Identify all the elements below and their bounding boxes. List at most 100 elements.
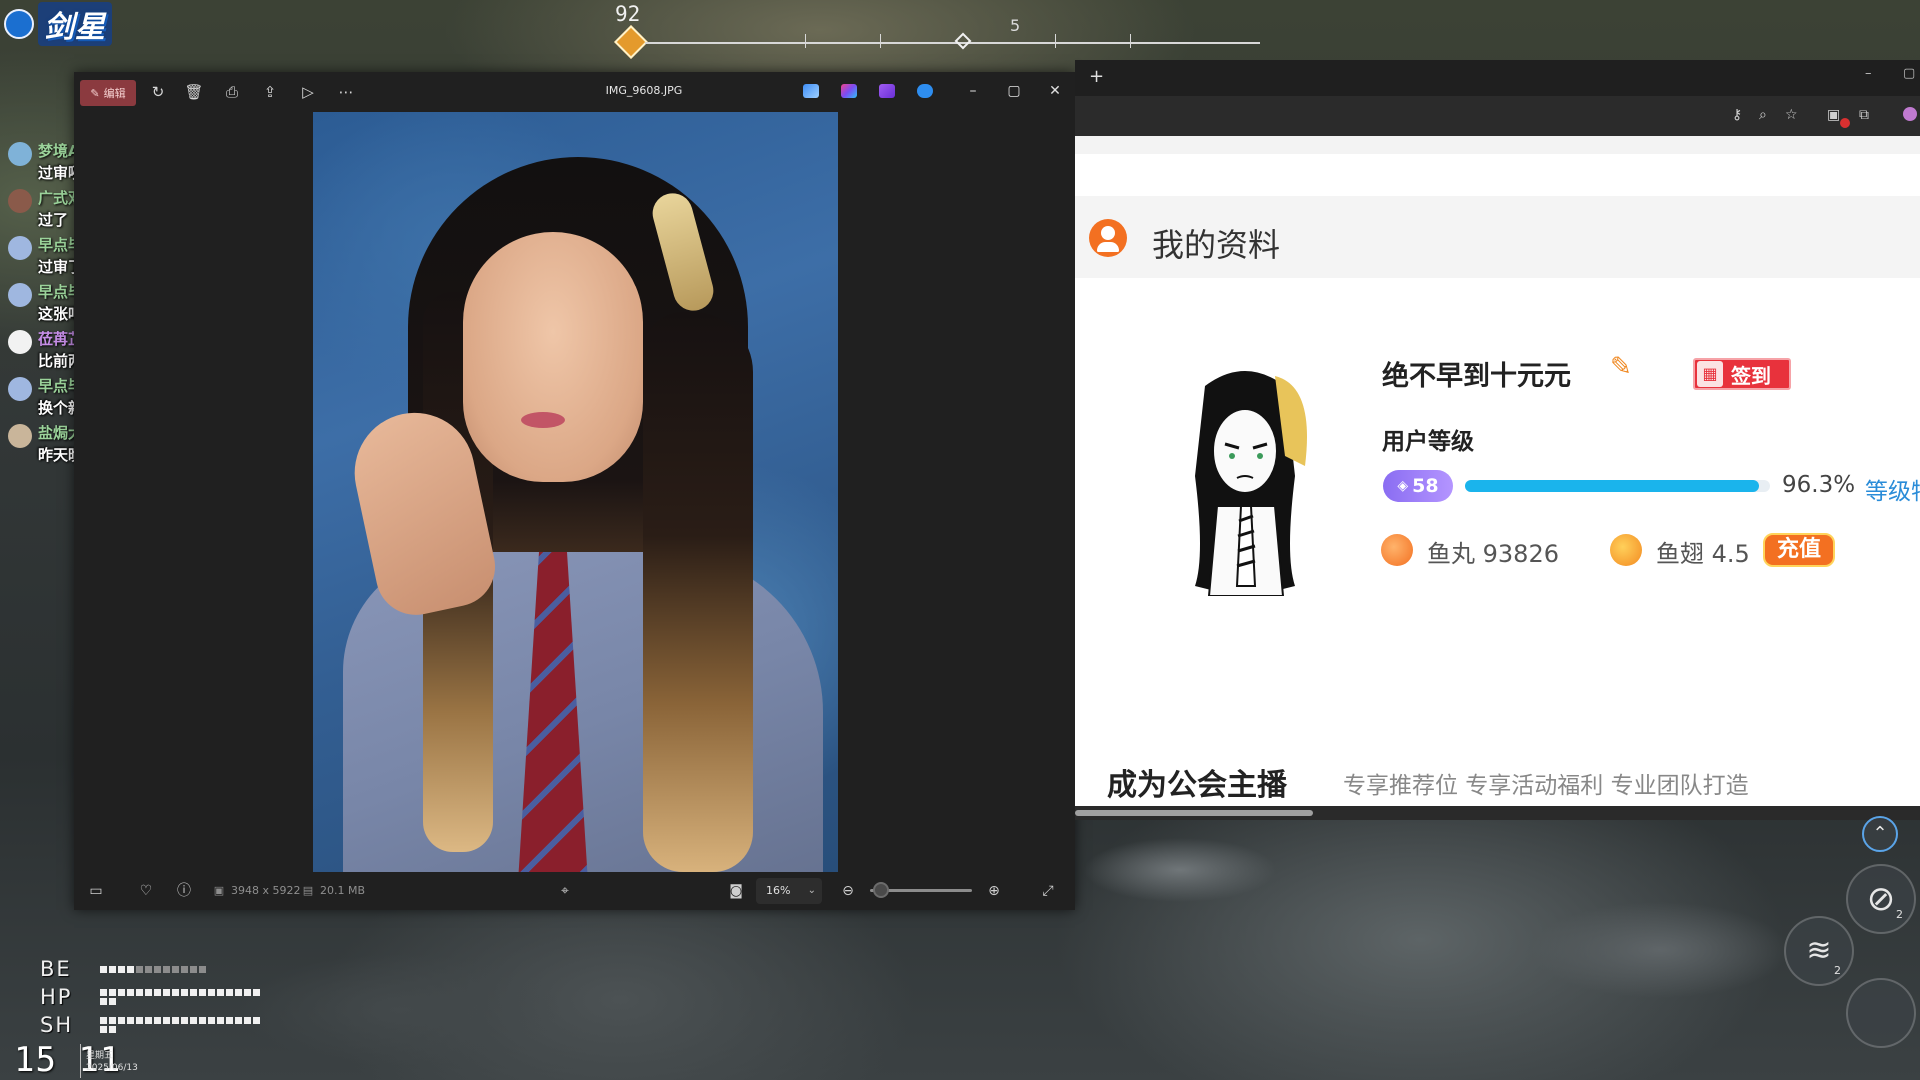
browser-zoom-icon[interactable]: ⌕	[1759, 107, 1767, 123]
new-tab-icon[interactable]: +	[1089, 66, 1104, 87]
stat-pip	[145, 989, 152, 996]
delete-icon[interactable]: 🗑	[184, 82, 204, 102]
disabled-skill-icon[interactable]: ⊘	[1846, 864, 1916, 934]
compass-line	[645, 42, 1260, 44]
info-icon[interactable]: ⓘ	[174, 881, 194, 901]
extension-cast-icon[interactable]: ▣	[1827, 107, 1840, 123]
edit-button[interactable]: ✎ 编辑	[80, 80, 136, 106]
section-title: 我的资料	[1152, 226, 1281, 264]
sharkfin-coin-icon	[1610, 534, 1642, 566]
guild-streamer-benefits: 专享推荐位 专享活动福利 专业团队打造	[1343, 773, 1749, 799]
stat-pip	[154, 989, 161, 996]
stat-pip	[154, 1017, 161, 1024]
edit-pencil-icon[interactable]: ✎	[1610, 352, 1632, 382]
recharge-button[interactable]: 充值	[1763, 533, 1835, 567]
horizontal-scrollbar[interactable]	[1075, 806, 1920, 820]
calendar-icon: ▦	[1697, 361, 1723, 387]
photo-canvas[interactable]	[74, 112, 1075, 872]
user-level-heading: 用户等级	[1382, 429, 1474, 455]
zoom-slider-thumb[interactable]	[873, 882, 890, 898]
objective-marker-icon	[614, 25, 648, 59]
stat-pip	[100, 989, 107, 996]
stat-pip	[244, 989, 251, 996]
stat-pip	[172, 965, 179, 973]
compass-tick	[1130, 34, 1131, 48]
compass-tick	[1055, 34, 1056, 48]
viewer-file-title: IMG_9608.JPG	[605, 84, 683, 97]
onedrive-icon[interactable]	[917, 84, 933, 98]
bookmark-star-icon[interactable]: ☆	[1785, 107, 1798, 123]
sign-in-button[interactable]: ▦ 签到	[1693, 358, 1791, 390]
browser-tab-bar: + – ▢	[1075, 60, 1920, 96]
share-icon[interactable]: ⇪	[260, 82, 280, 102]
minimize-icon[interactable]: –	[959, 80, 987, 102]
stat-row-hp: HP	[40, 985, 260, 1009]
steam-icon	[4, 9, 34, 39]
user-icon	[1089, 219, 1127, 257]
designer-app-icon[interactable]	[803, 84, 819, 98]
stat-pip	[154, 965, 161, 973]
image-file-size: 20.1 MB	[320, 884, 366, 897]
dash-key-hint: 2	[1834, 964, 1841, 977]
dimensions-icon: ▣	[213, 884, 225, 897]
zoom-out-icon[interactable]: ⊖	[838, 881, 858, 901]
fullscreen-icon[interactable]: ⤢	[1038, 881, 1058, 901]
stat-pip	[100, 1017, 107, 1024]
clipchamp-icon[interactable]	[879, 84, 895, 98]
page-top-strip	[1075, 136, 1920, 154]
more-options-icon[interactable]: ⋯	[336, 82, 356, 102]
sign-in-label: 签到	[1731, 363, 1771, 388]
stat-pip	[100, 1026, 107, 1033]
zoom-in-icon[interactable]: ⊕	[984, 881, 1004, 901]
slideshow-icon[interactable]: ▷	[298, 82, 318, 102]
profile-page: 我的资料 绝不早到十元元 ✎ ▦ 签到 用户等级 ◈ 58 96.3% 等级 鱼…	[1075, 136, 1920, 806]
stat-pip	[217, 1017, 224, 1024]
skill-key-hint: 2	[1896, 908, 1903, 921]
maximize-icon[interactable]: ▢	[1000, 80, 1028, 102]
user-avatar[interactable]	[1165, 356, 1325, 596]
favorite-heart-icon[interactable]: ♡	[136, 881, 156, 901]
scroll-up-chevron-icon[interactable]: ⌃	[1862, 816, 1898, 852]
stat-pip	[235, 1017, 242, 1024]
stat-pip	[253, 1017, 260, 1024]
filmstrip-icon[interactable]: ▭	[86, 881, 106, 901]
player-heading-icon	[954, 32, 972, 50]
viewer-status-bar: ▭ ♡ ⓘ ▣ 3948 x 5922 ▤ 20.1 MB ⌖ ◙ 16% ⌄ …	[74, 872, 1075, 910]
level-privilege-link[interactable]: 等级特权	[1865, 472, 1920, 506]
edit-button-label: 编辑	[103, 87, 126, 100]
screenshot-icon[interactable]: ◙	[726, 881, 746, 901]
sharkfin-balance: 鱼翅 4.5	[1656, 534, 1750, 569]
extensions-puzzle-icon[interactable]: ⧉	[1859, 107, 1869, 123]
stat-label: SH	[40, 1013, 74, 1037]
fishball-coin-icon	[1381, 534, 1413, 566]
sharkfin-label: 鱼翅	[1656, 540, 1704, 568]
stat-pip	[190, 1017, 197, 1024]
profile-avatar-icon[interactable]	[1903, 107, 1917, 121]
stat-pip	[244, 1017, 251, 1024]
browser-maximize-icon[interactable]: ▢	[1903, 66, 1915, 81]
rotate-icon[interactable]: ↻	[148, 82, 168, 102]
password-key-icon[interactable]: ⚷	[1732, 107, 1742, 123]
stat-pip	[253, 989, 260, 996]
print-icon[interactable]: ⎙	[222, 82, 242, 102]
stat-pip	[136, 1017, 143, 1024]
empty-skill-slot[interactable]	[1846, 978, 1916, 1048]
photo-face	[463, 232, 643, 482]
browser-window: + – ▢ ⚷ ⌕ ☆ ▣ ⧉ 我的资料 绝不早到十元元 ✎ ▦ 签到 用户等级…	[1075, 60, 1920, 820]
scrollbar-thumb[interactable]	[1075, 810, 1313, 816]
stat-pip	[199, 965, 206, 973]
copilot-icon[interactable]	[841, 84, 857, 98]
visual-search-icon[interactable]: ⌖	[555, 881, 575, 901]
game-logo-text: 剑星	[38, 2, 112, 46]
stat-pip	[136, 989, 143, 996]
stat-row-sh: SH	[40, 1013, 260, 1037]
browser-minimize-icon[interactable]: –	[1865, 66, 1872, 81]
dash-skill-icon[interactable]: ≋	[1784, 916, 1854, 986]
clock-date: 2025/06/13	[86, 1063, 138, 1073]
compass-distance: 92	[615, 2, 641, 26]
stat-pip	[163, 1017, 170, 1024]
close-icon[interactable]: ✕	[1041, 80, 1069, 102]
stat-row-be: BE	[40, 957, 260, 981]
zoom-level-select[interactable]: 16% ⌄	[756, 878, 822, 904]
stat-pip	[145, 1017, 152, 1024]
